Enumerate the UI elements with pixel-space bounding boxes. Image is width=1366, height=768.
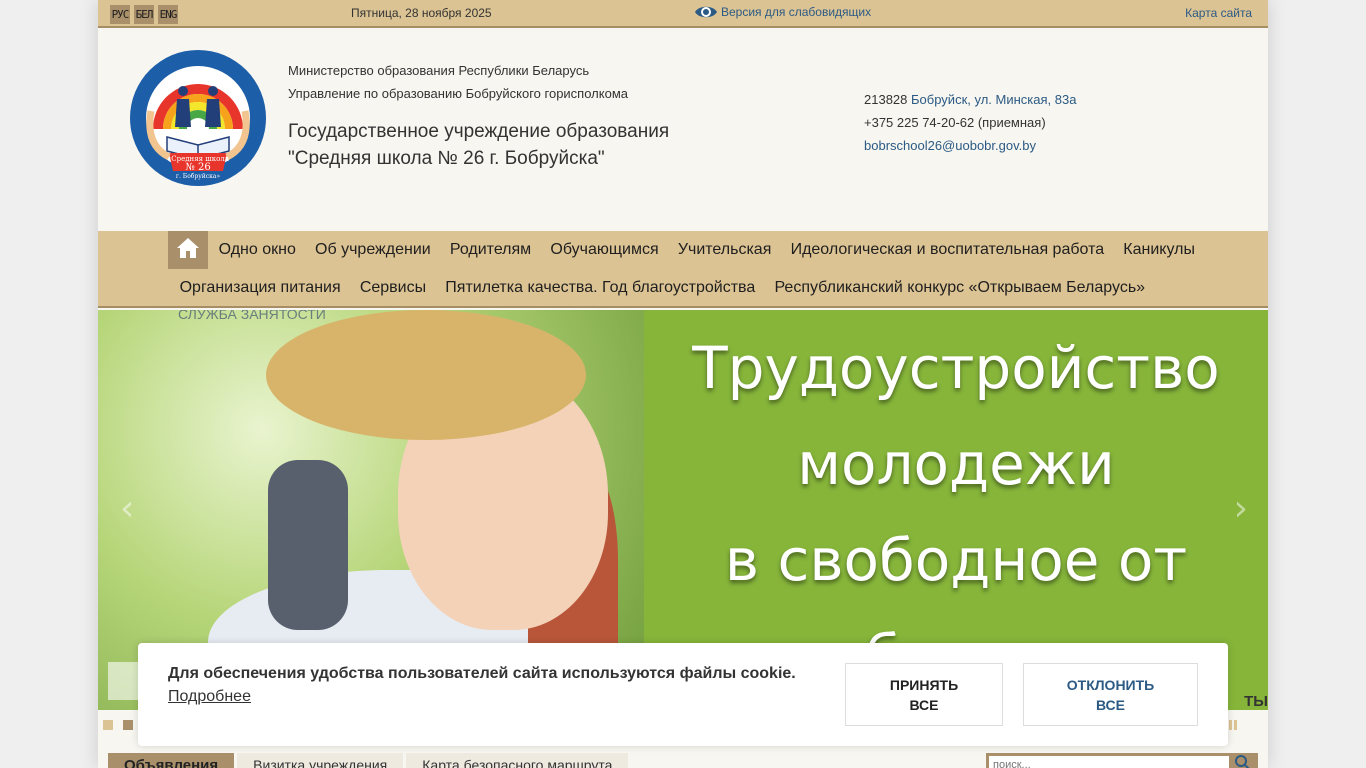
nav-item-quality[interactable]: Пятилетка качества. Год благоустройства: [436, 279, 765, 297]
reject-all-label-2: ВСЕ: [1095, 697, 1126, 713]
ministry-line-2: Управление по образованию Бобруйского го…: [288, 86, 628, 101]
lang-ru-button[interactable]: РУС: [110, 5, 130, 24]
slide-headline-line-3: в свободное от: [724, 526, 1188, 594]
svg-text:№ 26: № 26: [185, 162, 210, 173]
cookie-more-link[interactable]: Подробнее: [168, 688, 251, 706]
accept-all-button[interactable]: ПРИНЯТЬ ВСЕ: [845, 663, 1003, 726]
nav-item-students[interactable]: Обучающимся: [541, 241, 668, 259]
tab-safe-route-map[interactable]: Карта безопасного маршрута: [406, 753, 629, 768]
contacts-block: 213828 Бобруйск, ул. Минская, 83а +375 2…: [864, 88, 1076, 157]
slider-next-icon[interactable]: ›: [1234, 488, 1248, 529]
sitemap-link[interactable]: Карта сайта: [1185, 6, 1252, 20]
nav-item-one-window[interactable]: Одно окно: [209, 241, 305, 259]
email-link[interactable]: bobrschool26@uobobr.gov.by: [864, 134, 1076, 157]
ministry-block: Министерство образования Республики Бела…: [288, 59, 628, 105]
nav-item-holidays[interactable]: Каникулы: [1114, 241, 1205, 259]
reject-all-button[interactable]: ОТКЛОНИТЬ ВСЕ: [1023, 663, 1198, 726]
slide-photo-hat: [266, 310, 586, 440]
slider-dots: [103, 720, 133, 730]
slide-headline-line-2: молодежи: [797, 430, 1115, 498]
cookie-banner: Для обеспечения удобства пользователей с…: [138, 643, 1228, 746]
svg-text:г. Бобруйска»: г. Бобруйска»: [176, 173, 221, 180]
search-button[interactable]: [1229, 754, 1255, 768]
nav-item-teachers[interactable]: Учительская: [668, 241, 781, 259]
content-tabs: Объявления Визитка учреждения Карта безо…: [108, 753, 629, 768]
language-switcher: РУС БЕЛ ENG: [110, 5, 178, 24]
main-nav-row-2: Организация питания Сервисы Пятилетка ка…: [170, 269, 1155, 307]
top-bar: РУС БЕЛ ENG Пятница, 28 ноября 2025 Верс…: [98, 0, 1268, 28]
school-name-line-2: "Средняя школа № 26 г. Бобруйска": [288, 148, 605, 169]
accept-all-label-1: ПРИНЯТЬ: [889, 677, 959, 693]
slide-headline-line-1: Трудоустройство: [692, 334, 1220, 402]
search-icon: [1234, 754, 1250, 768]
search-box: [986, 753, 1258, 768]
slide-top-label: СЛУЖБА ЗАНЯТОСТИ: [178, 310, 326, 322]
nav-item-about[interactable]: Об учреждении: [305, 241, 440, 259]
slider-prev-icon[interactable]: ‹: [120, 488, 134, 529]
search-input[interactable]: [989, 756, 1229, 768]
nav-item-catering[interactable]: Организация питания: [170, 279, 350, 297]
nav-item-services[interactable]: Сервисы: [350, 279, 435, 297]
slider-dot-1[interactable]: [103, 720, 113, 730]
cookie-message: Для обеспечения удобства пользователей с…: [168, 665, 796, 682]
main-nav-row-1: Одно окно Об учреждении Родителям Обучаю…: [168, 231, 1205, 269]
reject-all-label-1: ОТКЛОНИТЬ: [1066, 677, 1155, 693]
ministry-line-1: Министерство образования Республики Бела…: [288, 63, 590, 78]
lang-en-button[interactable]: ENG: [158, 5, 178, 24]
accept-all-label-2: ВСЕ: [909, 697, 939, 713]
home-button[interactable]: [168, 231, 208, 269]
home-icon: [176, 237, 200, 264]
nav-item-parents[interactable]: Родителям: [440, 241, 541, 259]
low-vision-link[interactable]: Версия для слабовидящих: [694, 3, 871, 21]
slide-photo-strap: [268, 460, 348, 630]
nav-item-ideology[interactable]: Идеологическая и воспитательная работа: [781, 241, 1114, 259]
main-nav: Одно окно Об учреждении Родителям Обучаю…: [98, 231, 1268, 308]
eye-icon: [694, 3, 718, 21]
tab-announcements[interactable]: Объявления: [108, 753, 235, 768]
tab-business-card[interactable]: Визитка учреждения: [237, 753, 404, 768]
slider-dot-2[interactable]: [123, 720, 133, 730]
low-vision-label: Версия для слабовидящих: [721, 5, 872, 19]
address-link[interactable]: Бобруйск, ул. Минская, 83а: [911, 92, 1076, 107]
school-name: Государственное учреждение образования "…: [288, 118, 669, 172]
school-name-line-1: Государственное учреждение образования: [288, 121, 670, 142]
nav-item-contest[interactable]: Республиканский конкурс «Открываем Белар…: [765, 279, 1155, 297]
phone: +375 225 74-20-62 (приемная): [864, 115, 1046, 130]
slide-caption-tail: ТЫ: [1244, 693, 1268, 710]
pause-icon[interactable]: [1229, 720, 1237, 730]
lang-be-button[interactable]: БЕЛ: [134, 5, 154, 24]
current-date: Пятница, 28 ноября 2025: [351, 6, 492, 20]
postal-code: 213828: [864, 92, 908, 107]
school-logo[interactable]: «Средняя школа № 26 г. Бобруйска»: [129, 49, 267, 187]
address-line: 213828 Бобруйск, ул. Минская, 83а: [864, 88, 1076, 111]
